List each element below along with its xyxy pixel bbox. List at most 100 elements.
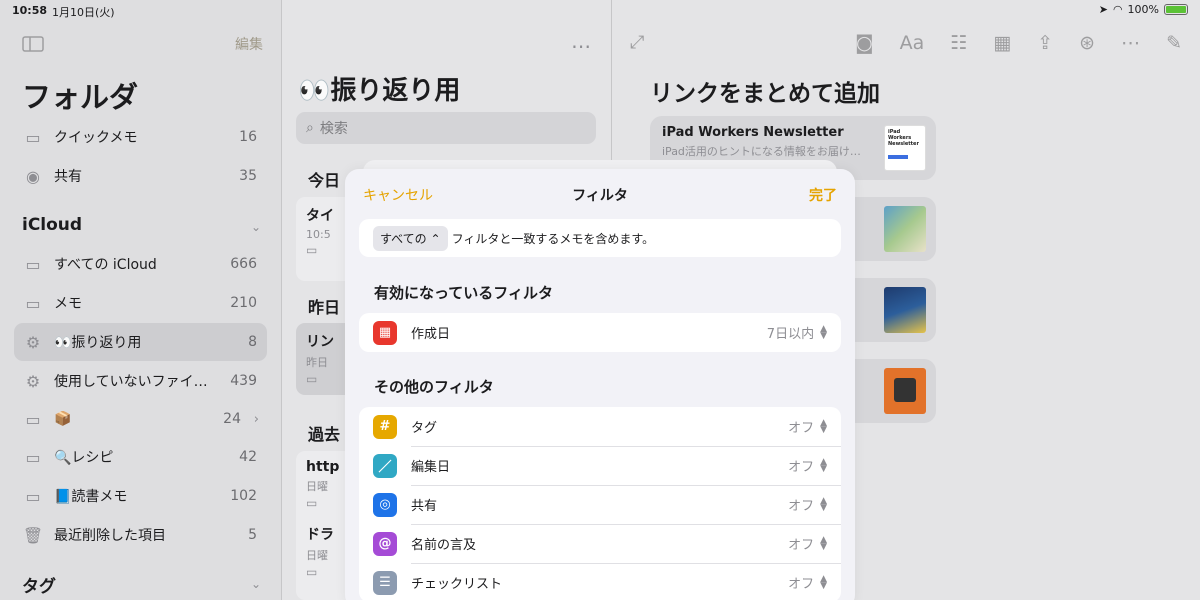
folder-icon: ▭ <box>25 409 41 429</box>
sidebar-item-count: 102 <box>230 488 257 504</box>
sidebar-toggle-icon[interactable] <box>22 36 44 52</box>
chevron-updown-icon: ▲ ▼ <box>820 456 827 474</box>
done-button[interactable]: 完了 <box>809 185 837 205</box>
editor-toolbar: ◙ Aa ☷ ▦ ⇪ ⊛ ⋯ ✎ <box>855 32 1182 54</box>
sidebar-item-notes[interactable]: ▭ メモ 210 <box>14 284 267 322</box>
match-row: すべての ⌃ フィルタと一致するメモを含めます。 <box>359 219 841 257</box>
table-icon[interactable]: ▦ <box>993 32 1011 54</box>
edit-button[interactable]: 編集 <box>235 34 263 54</box>
filter-row-checklist[interactable]: ☰ チェックリスト オフ ▲ ▼ <box>359 563 841 600</box>
sidebar-item-count: 42 <box>239 449 257 465</box>
filter-row-tags[interactable]: # タグ オフ ▲ ▼ <box>359 407 841 446</box>
filter-label: 作成日 <box>411 327 451 342</box>
shared-icon: ◎ <box>373 492 397 517</box>
sidebar-item-quick-notes[interactable]: ▭ クイックメモ 16 <box>14 118 267 156</box>
sidebar-item-unused-files[interactable]: ⚙ 使用していないファイル… 439 <box>14 362 267 400</box>
filter-value: 7日以内 <box>766 327 815 342</box>
sidebar-item-count: 16 <box>239 129 257 145</box>
sidebar-item-count: 5 <box>248 527 257 543</box>
sidebar-item-label: クイックメモ <box>54 130 138 146</box>
search-placeholder: 検索 <box>319 121 348 137</box>
sidebar-item-count: 666 <box>230 256 257 272</box>
other-filters-header: その他のフィルタ <box>374 378 494 396</box>
expand-icon[interactable]: ⤢ <box>630 32 644 53</box>
compose-icon[interactable]: ✎ <box>1166 32 1182 54</box>
chevron-down-icon[interactable]: ⌄ <box>251 220 261 234</box>
sidebar-item-count: 439 <box>230 373 257 389</box>
chevron-updown-icon: ▲ ▼ <box>820 495 827 513</box>
sidebar-item-recipes[interactable]: ▭ 🔍レシピ 42 <box>14 438 267 476</box>
sidebar-item-reading-notes[interactable]: ▭ 📘読書メモ 102 <box>14 477 267 515</box>
more-icon[interactable]: ⋯ <box>571 34 591 58</box>
filter-value: オフ <box>788 460 815 475</box>
filter-sheet: キャンセル フィルタ 完了 すべての ⌃ フィルタと一致するメモを含めます。 有… <box>345 169 855 600</box>
person-icon: ◉ <box>26 166 40 186</box>
link-thumbnail: iPad Workers Newsletter <box>884 125 926 171</box>
sidebar-item-count: 35 <box>239 168 257 184</box>
filter-row-shared[interactable]: ◎ 共有 オフ ▲ ▼ <box>359 485 841 524</box>
quick-note-icon: ▭ <box>25 127 41 147</box>
location-icon: ➤ <box>1098 3 1108 16</box>
sidebar-item-count: 24 <box>223 411 241 427</box>
markup-icon[interactable]: ⊛ <box>1079 32 1095 54</box>
folder-icon: ▭ <box>25 447 41 467</box>
group-past: 過去 <box>308 425 341 444</box>
group-today: 今日 <box>308 171 341 190</box>
text-format-icon[interactable]: Aa <box>900 32 925 54</box>
page-title: フォルダ <box>22 80 139 114</box>
sheet-title: フィルタ <box>572 188 628 204</box>
filter-row-edited[interactable]: ／ 編集日 オフ ▲ ▼ <box>359 446 841 485</box>
filter-row-created[interactable]: ▦ 作成日 7日以内 ▲ ▼ <box>359 313 841 352</box>
match-select-value: すべての <box>380 231 427 246</box>
status-bar: 10:58 1月10日(火) ➤ ◠ 100% <box>0 0 1200 22</box>
link-description: iPad活用のヒントになる情報をお届け… <box>662 145 861 158</box>
sidebar-toolbar: 編集 <box>22 34 263 54</box>
pencil-icon: ／ <box>373 453 397 478</box>
filter-label: タグ <box>411 421 438 436</box>
chevron-updown-icon: ⌃ <box>430 231 441 246</box>
sidebar-item-recently-deleted[interactable]: 🗑 最近削除した項目 5 <box>14 516 267 554</box>
folder-icon: ▭ <box>25 486 41 506</box>
sidebar-item-box[interactable]: ▭ 📦 24 › <box>14 400 267 438</box>
folder-icon: ▭ <box>25 254 41 274</box>
folder-icon: ▭ <box>25 293 41 313</box>
battery-icon <box>1164 4 1188 15</box>
section-icloud[interactable]: iCloud <box>22 215 82 235</box>
camera-icon[interactable]: ◙ <box>855 32 873 54</box>
filter-row-mentions[interactable]: @ 名前の言及 オフ ▲ ▼ <box>359 524 841 563</box>
sidebar-item-review[interactable]: ⚙ 👀振り返り用 8 <box>14 323 267 361</box>
sidebar-item-label: 最近削除した項目 <box>54 528 166 544</box>
match-description: フィルタと一致するメモを含めます。 <box>451 231 655 246</box>
link-thumbnail <box>884 287 926 333</box>
share-icon[interactable]: ⇪ <box>1037 32 1053 54</box>
note-title[interactable]: リンクをまとめて追加 <box>650 74 880 108</box>
filter-label: 編集日 <box>411 460 451 475</box>
chevron-down-icon[interactable]: ⌄ <box>251 577 261 591</box>
sidebar-item-label: 👀振り返り用 <box>54 335 142 351</box>
filter-label: 共有 <box>411 499 438 514</box>
filter-value: オフ <box>788 499 815 514</box>
sidebar-item-label: 共有 <box>54 169 82 185</box>
filter-value: オフ <box>788 538 815 553</box>
sidebar: 編集 フォルダ ▭ クイックメモ 16 ◉ 共有 35 iCloud ⌄ ▭ す… <box>0 0 282 600</box>
status-date: 1月10日(火) <box>52 6 115 19</box>
search-input[interactable]: ⌕ 検索 <box>296 112 596 144</box>
trash-icon: 🗑 <box>22 525 44 545</box>
chevron-updown-icon: ▲ ▼ <box>820 323 827 341</box>
more-icon[interactable]: ⋯ <box>1121 32 1140 54</box>
chevron-updown-icon: ▲ ▼ <box>820 417 827 435</box>
status-time: 10:58 <box>12 4 48 17</box>
section-tags[interactable]: タグ <box>22 572 56 597</box>
list-title: 👀振り返り用 <box>298 76 461 106</box>
match-select[interactable]: すべての ⌃ <box>373 225 448 251</box>
chevron-right-icon[interactable]: › <box>254 412 259 427</box>
sidebar-item-shared[interactable]: ◉ 共有 35 <box>14 157 267 195</box>
gear-icon: ⚙ <box>25 332 41 352</box>
wifi-icon: ◠ <box>1112 3 1123 16</box>
filter-label: チェックリスト <box>411 577 503 592</box>
sidebar-item-all-icloud[interactable]: ▭ すべての iCloud 666 <box>14 245 267 283</box>
checklist-icon[interactable]: ☷ <box>950 32 967 54</box>
chevron-updown-icon: ▲ ▼ <box>820 573 827 591</box>
sidebar-item-label: 📘読書メモ <box>54 489 128 505</box>
sidebar-item-label: 使用していないファイル… <box>54 374 217 390</box>
